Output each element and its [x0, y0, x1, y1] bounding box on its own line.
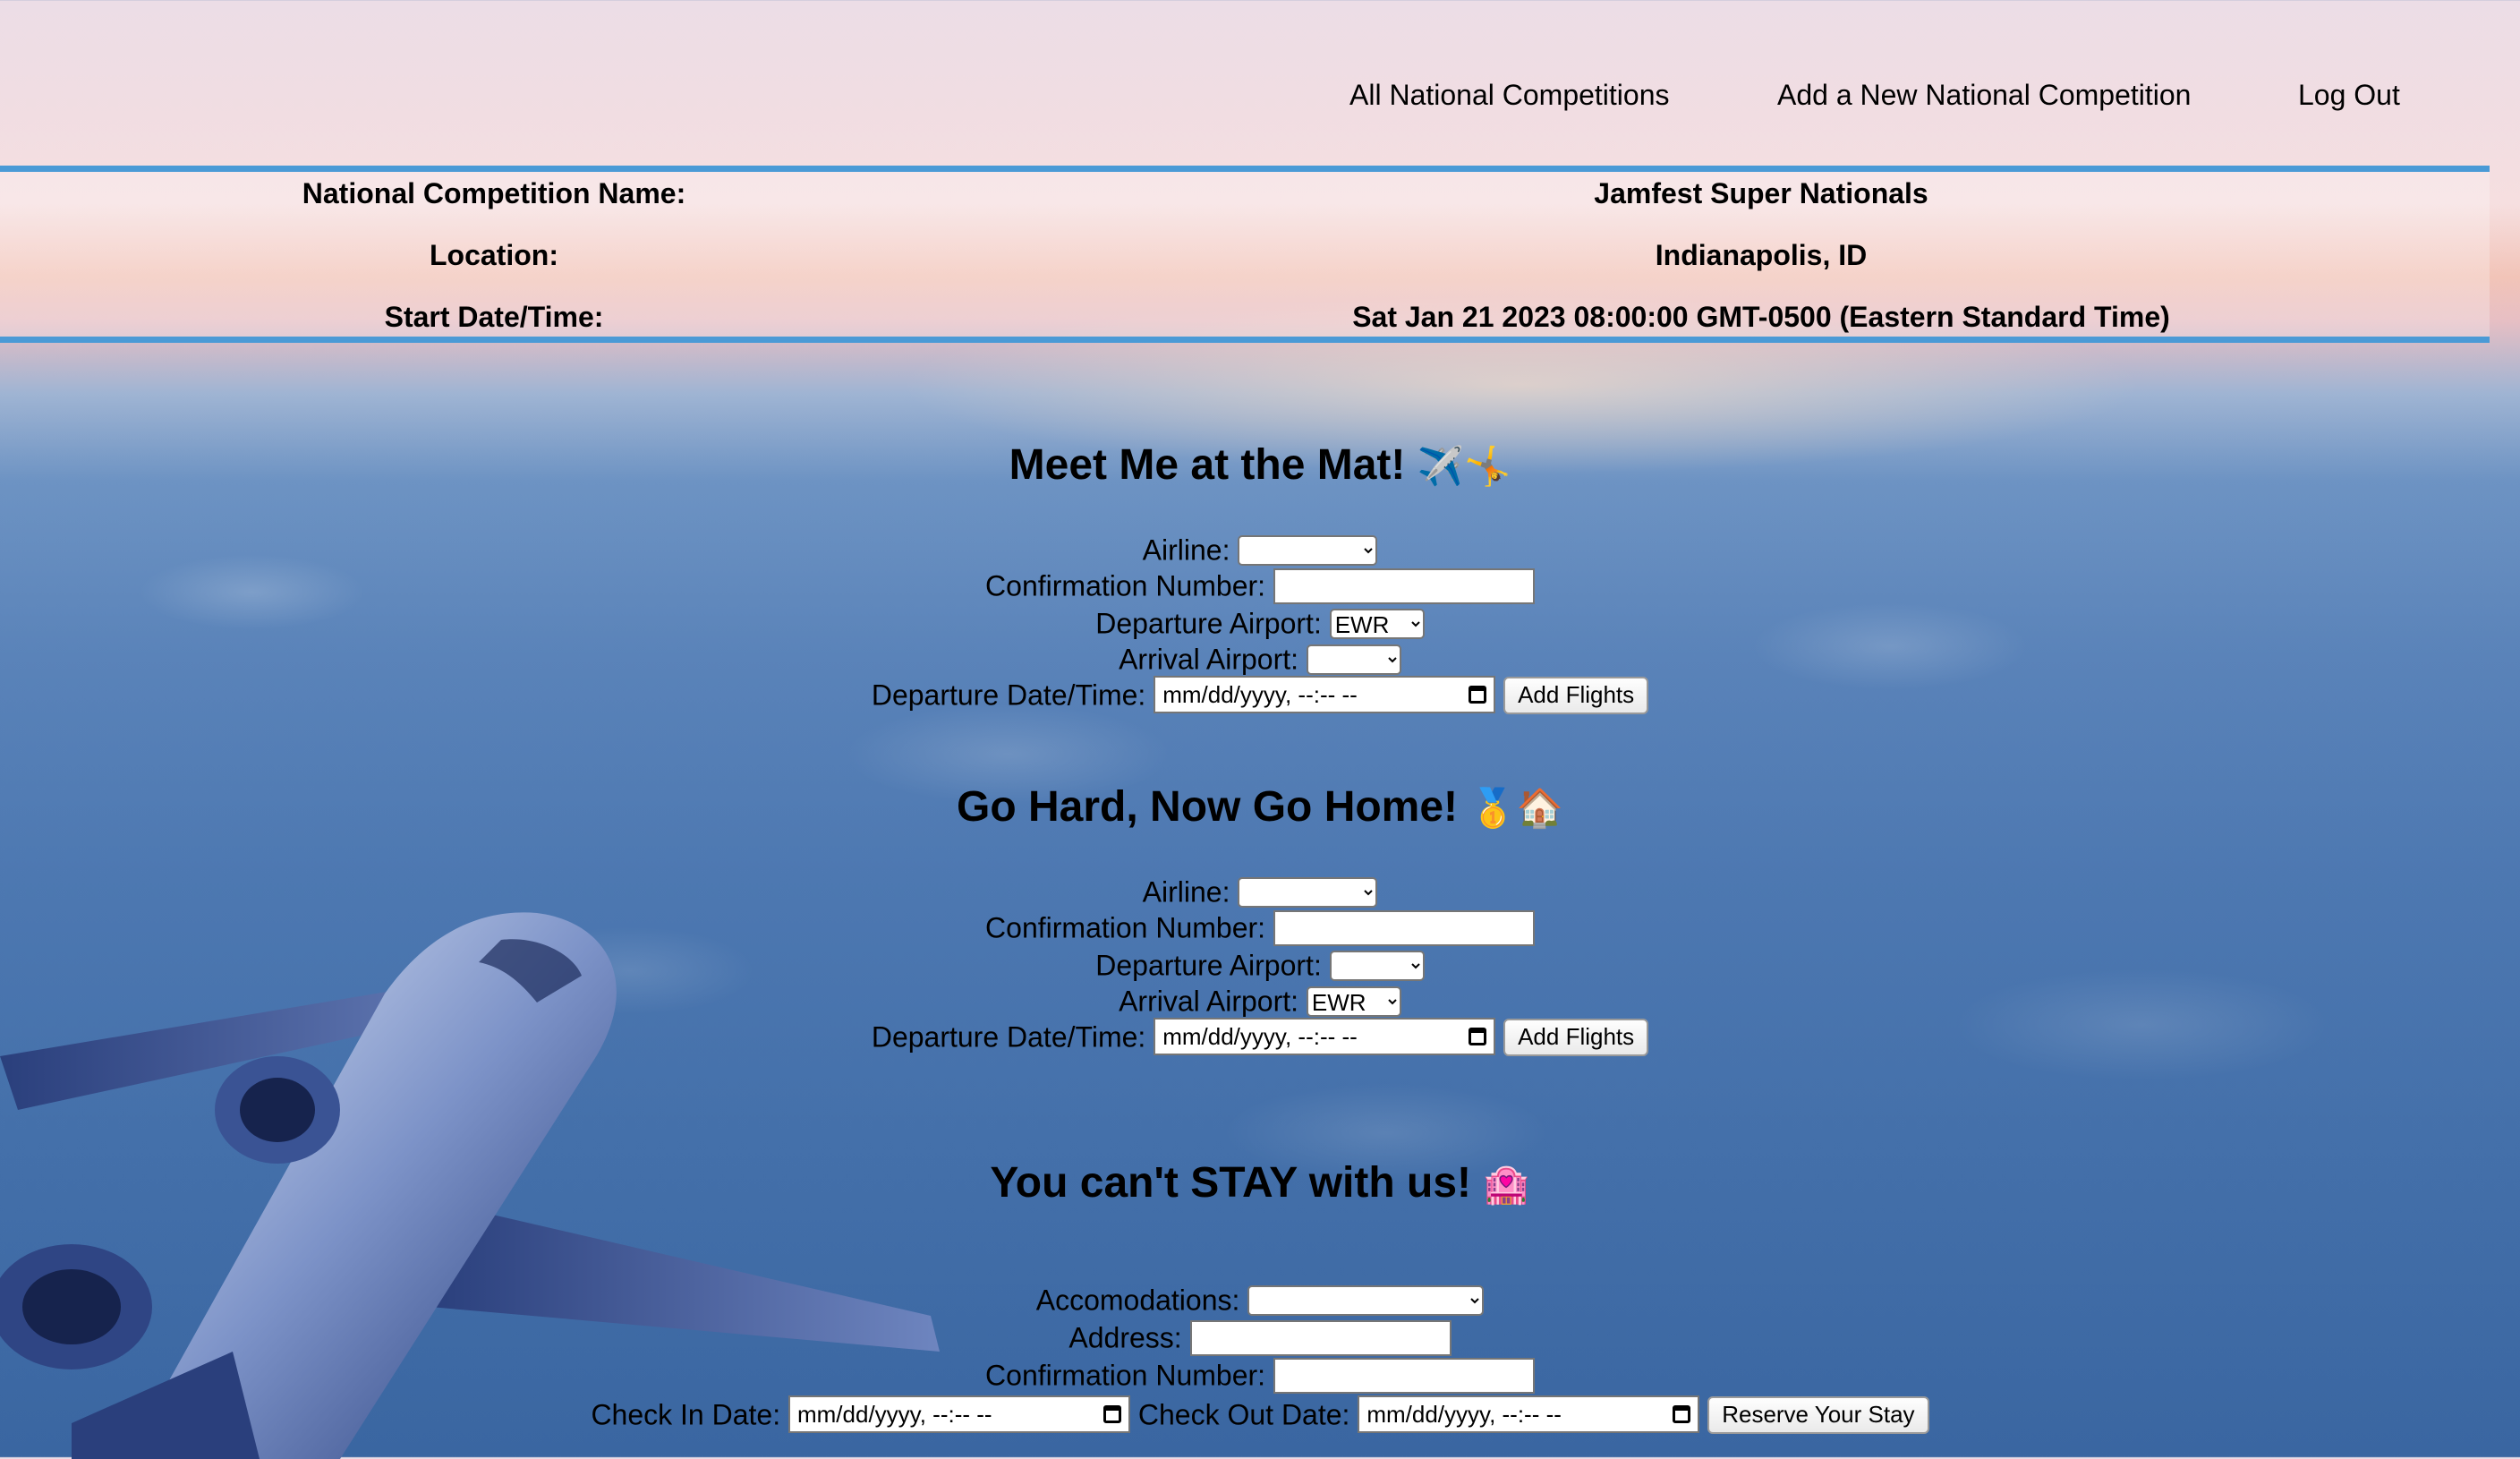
return-arrival-airport-select[interactable]: EWR	[1306, 985, 1401, 1017]
stay-heading-text: You can't STAY with us!	[990, 1159, 1472, 1207]
stay-address-label: Address:	[1068, 1321, 1182, 1354]
return-confirmation-row: Confirmation Number:	[0, 908, 2520, 946]
return-departure-datetime-label: Departure Date/Time:	[871, 1020, 1146, 1054]
reserve-stay-button[interactable]: Reserve Your Stay	[1707, 1395, 1929, 1434]
stay-accommodations-row: Accomodations:	[0, 1280, 2520, 1317]
return-arrival-airport-row: Arrival Airport: EWR	[0, 981, 2520, 1018]
return-arrival-airport-label: Arrival Airport:	[1119, 985, 1299, 1018]
nav-logout-link[interactable]: Log Out	[2298, 79, 2400, 112]
competition-name-row: National Competition Name: Jamfest Super…	[0, 177, 2490, 213]
return-departure-airport-select[interactable]	[1329, 950, 1425, 981]
stay-accommodations-label: Accomodations:	[1035, 1284, 1240, 1317]
outbound-departure-datetime-row: Departure Date/Time: mm/dd/yyyy, --:-- -…	[0, 675, 2520, 714]
nav-all-competitions-link[interactable]: All National Competitions	[1349, 79, 1670, 112]
top-nav: All National Competitions Add a New Nati…	[0, 0, 2520, 166]
return-airline-select[interactable]	[1238, 876, 1378, 908]
stay-heading: You can't STAY with us! 🏩	[0, 1158, 2520, 1207]
outbound-airline-label: Airline:	[1142, 533, 1230, 567]
stay-checkin-label: Check In Date:	[591, 1398, 781, 1431]
hotel-icon: 🏩	[1483, 1163, 1530, 1205]
outbound-flight-heading: Meet Me at the Mat! ✈️🤸	[0, 440, 2520, 490]
stay-address-input[interactable]	[1189, 1319, 1452, 1356]
medal-house-icon: 🥇🏠	[1469, 787, 1563, 829]
outbound-confirmation-input[interactable]	[1273, 567, 1535, 604]
stay-checkout-input[interactable]: mm/dd/yyyy, --:-- --	[1358, 1395, 1700, 1433]
stay-dates-row: Check In Date: mm/dd/yyyy, --:-- -- Chec…	[0, 1395, 2520, 1434]
outbound-confirmation-row: Confirmation Number:	[0, 566, 2520, 604]
competition-location-label: Location:	[430, 239, 558, 271]
outbound-departure-datetime-input[interactable]: mm/dd/yyyy, --:-- --	[1154, 676, 1496, 713]
nav-add-competition-link[interactable]: Add a New National Competition	[1777, 79, 2191, 112]
stay-accommodations-select[interactable]	[1247, 1284, 1485, 1316]
competition-location-row: Location: Indianapolis, ID	[0, 239, 2490, 275]
calendar-icon[interactable]	[1469, 686, 1487, 704]
competition-start-label: Start Date/Time:	[384, 301, 604, 333]
stay-checkin-input[interactable]: mm/dd/yyyy, --:-- --	[788, 1395, 1130, 1433]
stay-address-row: Address:	[0, 1318, 2520, 1356]
return-confirmation-input[interactable]	[1273, 909, 1535, 946]
outbound-departure-airport-label: Departure Airport:	[1095, 607, 1322, 640]
return-flight-heading: Go Hard, Now Go Home! 🥇🏠	[0, 782, 2520, 832]
stay-checkout-placeholder: mm/dd/yyyy, --:-- --	[1366, 1401, 1562, 1428]
outbound-airline-row: Airline:	[0, 530, 2520, 567]
return-airline-label: Airline:	[1142, 875, 1230, 909]
competition-location-value: Indianapolis, ID	[1655, 239, 1868, 271]
return-departure-airport-label: Departure Airport:	[1095, 949, 1322, 982]
outbound-airline-select[interactable]	[1238, 534, 1378, 566]
stay-confirmation-row: Confirmation Number:	[0, 1355, 2520, 1394]
outbound-confirmation-label: Confirmation Number:	[985, 569, 1266, 602]
competition-start-row: Start Date/Time: Sat Jan 21 2023 08:00:0…	[0, 301, 2490, 337]
return-confirmation-label: Confirmation Number:	[985, 911, 1266, 944]
outbound-departure-datetime-label: Departure Date/Time:	[871, 678, 1146, 712]
outbound-departure-airport-row: Departure Airport: EWR	[0, 603, 2520, 640]
stay-confirmation-label: Confirmation Number:	[985, 1359, 1266, 1392]
return-departure-datetime-input[interactable]: mm/dd/yyyy, --:-- --	[1154, 1018, 1496, 1055]
outbound-departure-airport-select[interactable]: EWR	[1329, 608, 1425, 639]
return-flight-heading-text: Go Hard, Now Go Home!	[957, 783, 1459, 831]
return-departure-airport-row: Departure Airport:	[0, 945, 2520, 982]
return-add-flights-button[interactable]: Add Flights	[1503, 1018, 1649, 1056]
outbound-datetime-placeholder: mm/dd/yyyy, --:-- --	[1162, 681, 1358, 708]
stay-checkin-placeholder: mm/dd/yyyy, --:-- --	[796, 1401, 992, 1428]
airplane-cartwheel-icon: ✈️🤸	[1417, 445, 1511, 487]
outbound-add-flights-button[interactable]: Add Flights	[1503, 676, 1649, 714]
stay-confirmation-input[interactable]	[1273, 1357, 1535, 1394]
outbound-arrival-airport-row: Arrival Airport:	[0, 639, 2520, 676]
outbound-arrival-airport-select[interactable]	[1306, 644, 1401, 675]
outbound-arrival-airport-label: Arrival Airport:	[1119, 643, 1299, 676]
outbound-flight-heading-text: Meet Me at the Mat!	[1009, 441, 1406, 489]
competition-name-label: National Competition Name:	[302, 177, 686, 209]
competition-name-value: Jamfest Super Nationals	[1594, 177, 1928, 209]
stay-checkout-label: Check Out Date:	[1137, 1398, 1350, 1431]
competition-info-panel: National Competition Name: Jamfest Super…	[0, 166, 2490, 343]
return-departure-datetime-row: Departure Date/Time: mm/dd/yyyy, --:-- -…	[0, 1017, 2520, 1056]
calendar-icon[interactable]	[1469, 1028, 1487, 1045]
return-airline-row: Airline:	[0, 872, 2520, 909]
calendar-icon[interactable]	[1673, 1405, 1691, 1423]
return-datetime-placeholder: mm/dd/yyyy, --:-- --	[1162, 1023, 1358, 1050]
competition-start-value: Sat Jan 21 2023 08:00:00 GMT-0500 (Easte…	[1352, 301, 2170, 333]
calendar-icon[interactable]	[1102, 1405, 1121, 1423]
